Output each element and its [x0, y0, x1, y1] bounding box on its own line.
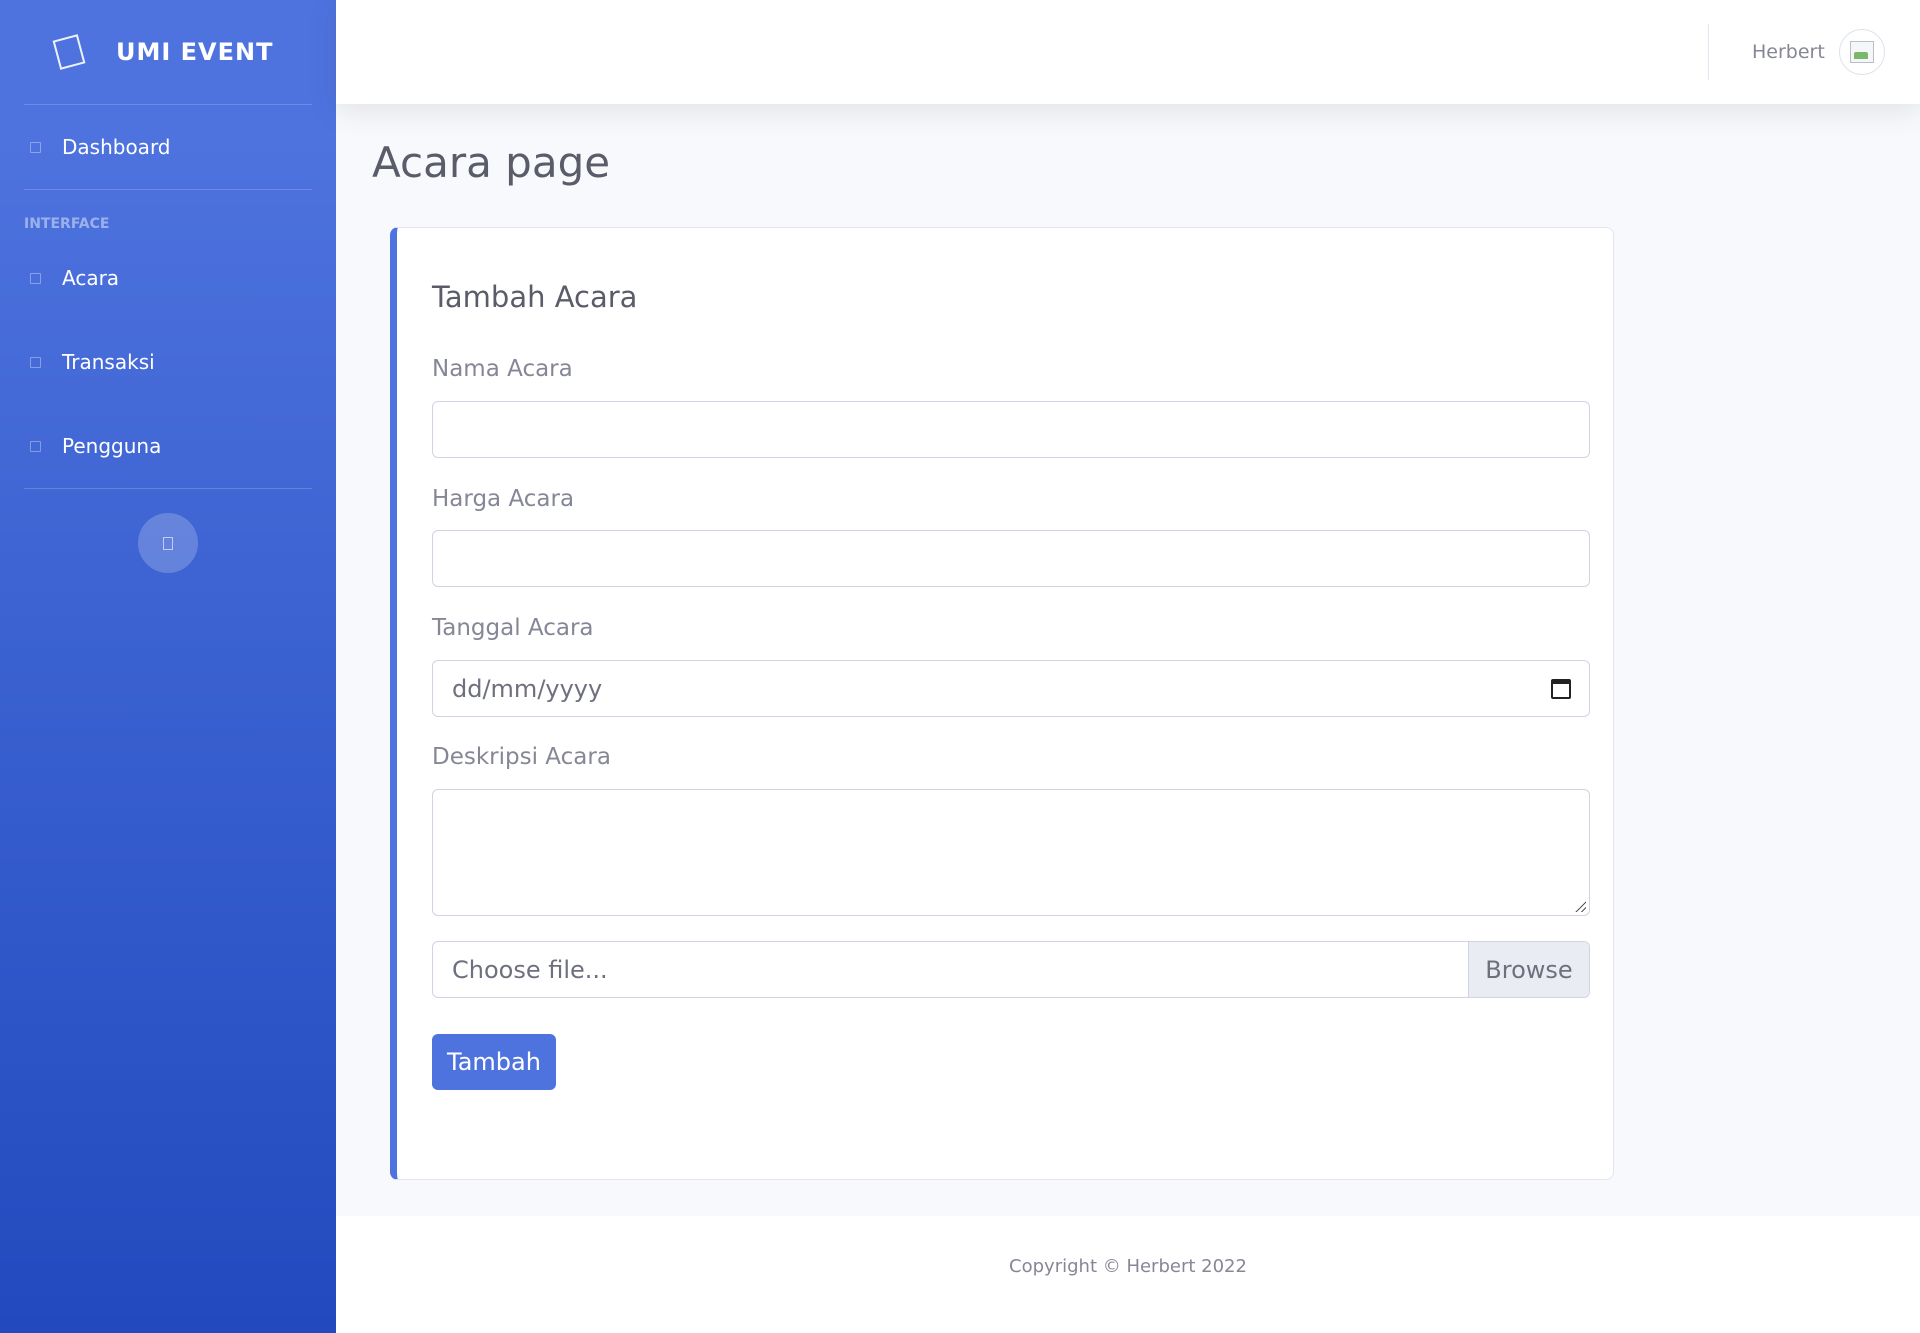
- copyright-text: Copyright © Herbert 2022: [1009, 1256, 1247, 1277]
- deskripsi-acara-label: Deskripsi Acara: [432, 744, 611, 770]
- sidebar: UMI EVENT Dashboard Interface Acara Tran…: [0, 0, 336, 1333]
- user-dropdown[interactable]: Herbert: [1752, 28, 1885, 76]
- sidebar-heading: Interface: [24, 216, 110, 232]
- sidebar-item-pengguna[interactable]: Pengguna: [0, 404, 336, 488]
- harga-acara-input[interactable]: [432, 530, 1590, 587]
- page-title: Acara page: [372, 138, 611, 187]
- transaction-icon: [30, 356, 41, 368]
- nama-acara-input[interactable]: [432, 401, 1590, 458]
- sidebar-toggle-button[interactable]: [138, 513, 198, 573]
- browse-button[interactable]: Browse: [1468, 942, 1589, 997]
- topbar-divider: [1708, 24, 1709, 80]
- sidebar-item-dashboard[interactable]: Dashboard: [0, 105, 336, 189]
- nama-acara-label: Nama Acara: [432, 356, 573, 382]
- footer: Copyright © Herbert 2022: [336, 1216, 1920, 1333]
- user-icon: [30, 440, 41, 452]
- sidebar-brand[interactable]: UMI EVENT: [0, 0, 336, 104]
- angle-left-icon: [163, 536, 173, 550]
- laugh-wink-icon: [52, 34, 86, 70]
- form-card: Tambah Acara Nama Acara Harga Acara Tang…: [390, 227, 1614, 1180]
- sidebar-item-label: Acara: [62, 266, 120, 290]
- tanggal-acara-label: Tanggal Acara: [432, 615, 594, 641]
- sidebar-item-transaksi[interactable]: Transaksi: [0, 320, 336, 404]
- deskripsi-acara-textarea[interactable]: [432, 789, 1590, 916]
- card-title: Tambah Acara: [432, 280, 638, 314]
- tambah-button[interactable]: Tambah: [432, 1034, 556, 1090]
- broken-image-icon: [1849, 41, 1874, 63]
- file-input[interactable]: Choose file... Browse: [432, 941, 1590, 998]
- topbar: Herbert: [336, 0, 1920, 104]
- event-icon: [30, 272, 41, 284]
- sidebar-item-label: Dashboard: [62, 135, 171, 159]
- dashboard-icon: [30, 141, 41, 153]
- harga-acara-label: Harga Acara: [432, 486, 575, 512]
- sidebar-item-label: Pengguna: [62, 434, 162, 458]
- file-input-label: Choose file...: [452, 955, 608, 984]
- calendar-icon[interactable]: [1551, 679, 1571, 699]
- resize-handle-icon[interactable]: [1574, 900, 1586, 912]
- tanggal-acara-input[interactable]: dd/mm/yyyy: [432, 660, 1590, 717]
- brand-text: UMI EVENT: [116, 38, 274, 66]
- user-name: Herbert: [1752, 41, 1825, 63]
- sidebar-item-label: Transaksi: [62, 350, 155, 374]
- avatar[interactable]: [1838, 29, 1885, 75]
- sidebar-toggle-wrap: [0, 489, 336, 573]
- date-placeholder: dd/mm/yyyy: [452, 674, 603, 703]
- sidebar-item-acara[interactable]: Acara: [0, 236, 336, 320]
